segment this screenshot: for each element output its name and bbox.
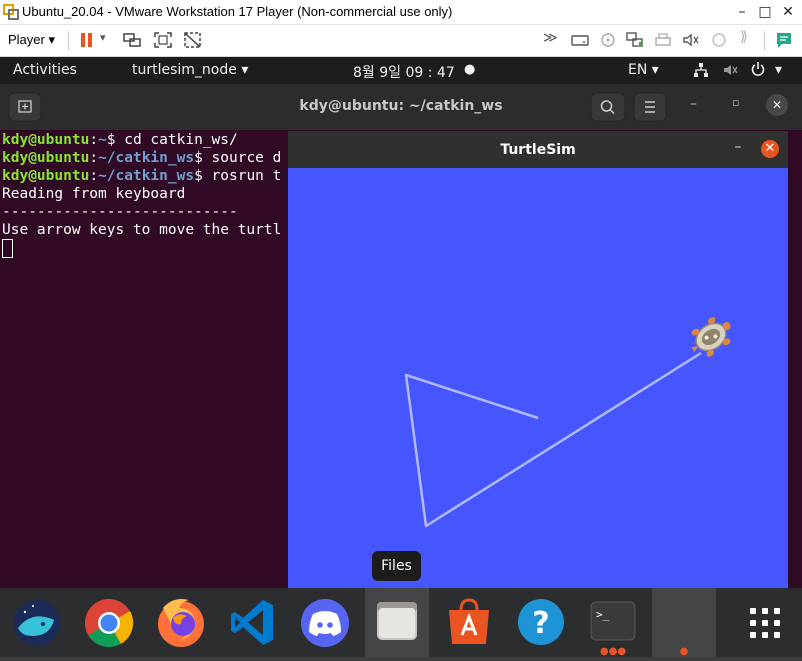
terminal-minimize-button[interactable]: – [690, 96, 697, 112]
turtlesim-header: TurtleSim – ✕ [288, 131, 788, 168]
activities-button[interactable]: Activities [13, 62, 77, 78]
help-question-icon: ? [518, 599, 564, 645]
vmware-logo-icon [3, 4, 19, 20]
network-adapter-icon[interactable] [624, 30, 646, 50]
fullscreen-icon[interactable] [152, 30, 174, 50]
dock-item-vscode[interactable] [217, 588, 289, 657]
dock-item-chrome[interactable] [73, 588, 145, 657]
output-line: --------------------------- [2, 204, 238, 220]
search-icon[interactable] [590, 92, 626, 122]
power-icon[interactable] [750, 61, 766, 77]
player-menu-label: Player [8, 32, 45, 47]
more-devices-icon[interactable]: ≫ [543, 30, 565, 50]
unity-mode-icon[interactable] [182, 30, 204, 50]
dock-item-discord[interactable] [289, 588, 361, 657]
window-title: Ubuntu_20.04 - VMware Workstation 17 Pla… [22, 4, 453, 19]
dock-item-software[interactable] [433, 588, 505, 657]
turtle-icon [691, 317, 731, 357]
turtlesim-canvas [404, 317, 731, 528]
volume-muted-icon[interactable] [722, 62, 738, 78]
caret-down-icon: ▾ [651, 62, 659, 78]
chevron-down-icon: ▾ [48, 32, 56, 47]
app-menu[interactable]: turtlesim_node ▾ [132, 62, 248, 78]
clock[interactable]: 8월 9일 09 : 47 [353, 62, 455, 82]
dock-tooltip: Files [372, 551, 421, 581]
output-line: Use arrow keys to move the turtl [2, 222, 282, 238]
dock-item-firefox[interactable] [145, 588, 217, 657]
command-text: $ rosrun t [194, 168, 282, 184]
printer-icon[interactable] [652, 30, 674, 50]
notification-dot-icon: ● [464, 62, 476, 77]
maximize-button[interactable]: □ [756, 3, 774, 21]
vscode-icon [231, 600, 273, 645]
vmware-title-bar: Ubuntu_20.04 - VMware Workstation 17 Pla… [0, 0, 802, 25]
pause-icon[interactable] [76, 30, 98, 50]
terminal-cursor [2, 239, 13, 258]
terminal-restore-button[interactable]: ▫ [732, 96, 739, 109]
hard-disk-icon[interactable] [569, 30, 591, 50]
terminal-title: kdy@ubuntu: ~/catkin_ws [299, 98, 503, 114]
prompt-user: kdy@ubuntu [2, 132, 90, 148]
dock: ? >_ ●●● ● [0, 588, 802, 657]
app-menu-label: turtlesim_node [132, 62, 237, 78]
files-folder-icon [377, 602, 417, 640]
running-indicator-icon: ● [679, 646, 689, 657]
turtle-trail [404, 351, 702, 528]
command-text: $ cd catkin_ws/ [106, 132, 238, 148]
turtlesim-minimize-button[interactable]: – [729, 139, 747, 157]
pause-dropdown-icon[interactable]: ▾ [100, 31, 122, 51]
minimize-button[interactable]: – [733, 3, 751, 21]
svg-text:>_: >_ [596, 608, 610, 621]
terminal-header-bar: kdy@ubuntu: ~/catkin_ws – ▫ ✕ [0, 84, 802, 130]
dock-item-help[interactable]: ? [505, 588, 577, 657]
prompt-path: ~/catkin_ws [98, 150, 195, 166]
firefox-icon [158, 599, 204, 647]
network-wired-icon[interactable] [693, 62, 709, 78]
player-menu[interactable]: Player ▾ [8, 32, 55, 48]
running-indicator-icon: ●●● [599, 646, 627, 657]
app-grid-icon [750, 608, 780, 638]
toolbar-divider [68, 31, 69, 50]
turtlesim-close-button[interactable]: ✕ [761, 140, 779, 158]
chrome-icon [84, 599, 134, 648]
message-log-icon[interactable] [773, 30, 795, 50]
caret-down-icon: ▾ [241, 62, 249, 78]
discord-icon [301, 599, 349, 647]
system-menu-caret-icon[interactable]: ▾ [775, 62, 782, 78]
dock-item-turtlesim[interactable]: ● [652, 588, 716, 657]
close-button[interactable]: ✕ [779, 3, 797, 21]
send-ctrl-alt-del-icon[interactable] [121, 30, 143, 50]
display-icon[interactable]: ⟫ [740, 29, 762, 49]
dock-item-naver-whale[interactable] [1, 588, 73, 657]
prompt-path: ~/catkin_ws [98, 168, 195, 184]
prompt-path: ~ [98, 132, 107, 148]
prompt-user: kdy@ubuntu [2, 150, 90, 166]
command-text: $ source d [194, 150, 282, 166]
usb-device-icon[interactable] [708, 30, 730, 50]
dock-item-files[interactable] [365, 588, 429, 657]
toolbar-divider [764, 31, 765, 50]
language-label: EN [628, 62, 648, 78]
gnome-top-bar: Activities turtlesim_node ▾ 8월 9일 09 : 4… [0, 57, 802, 84]
dock-item-terminal[interactable]: >_ ●●● [577, 588, 649, 657]
terminal-line: kdy@ubuntu:~/catkin_ws$ source d [2, 150, 282, 166]
ubuntu-software-icon [449, 598, 489, 644]
cd-drive-icon[interactable] [597, 30, 619, 50]
dock-item-show-apps[interactable] [729, 588, 801, 657]
terminal-close-button[interactable]: ✕ [766, 94, 788, 116]
terminal-line: kdy@ubuntu:~/catkin_ws$ rosrun t [2, 168, 282, 184]
prompt-user: kdy@ubuntu [2, 168, 90, 184]
turtlesim-title: TurtleSim [500, 142, 576, 158]
output-line: Reading from keyboard [2, 186, 186, 202]
svg-text:?: ? [532, 606, 549, 641]
terminal-line: kdy@ubuntu:~$ cd catkin_ws/ [2, 132, 238, 148]
whale-browser-icon [14, 600, 60, 646]
turtlesim-window[interactable]: TurtleSim – ✕ [288, 131, 788, 589]
sound-card-icon[interactable] [680, 30, 702, 50]
hamburger-menu-icon[interactable] [633, 92, 667, 122]
language-menu[interactable]: EN ▾ [628, 62, 659, 78]
vmware-toolbar: Player ▾ ▾ ≫ ⟫ [0, 25, 802, 57]
